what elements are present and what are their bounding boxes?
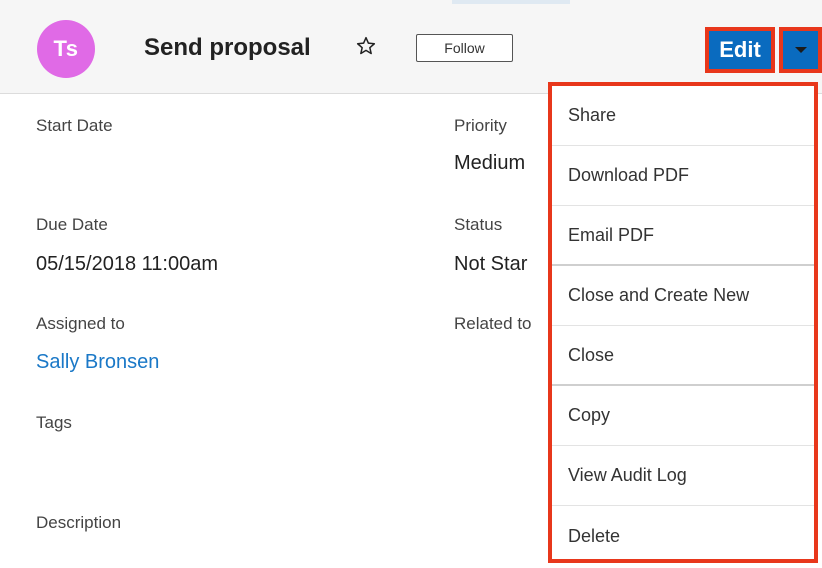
- record-header: Ts Send proposal Follow Edit: [0, 0, 822, 94]
- menu-item-view-audit-log[interactable]: View Audit Log: [552, 446, 814, 506]
- start-date-label: Start Date: [36, 116, 113, 135]
- chevron-down-icon: [794, 47, 807, 53]
- related-to-label: Related to: [454, 314, 532, 333]
- menu-item-email-pdf[interactable]: Email PDF: [552, 206, 814, 266]
- priority-value: Medium: [454, 152, 526, 174]
- assigned-to-label: Assigned to: [36, 314, 125, 333]
- page-title: Send proposal: [144, 34, 311, 61]
- actions-dropdown-button[interactable]: [779, 27, 822, 73]
- menu-item-copy[interactable]: Copy: [552, 386, 814, 446]
- follow-button[interactable]: Follow: [416, 34, 513, 62]
- priority-label: Priority: [454, 116, 507, 135]
- due-date-value: 05/15/2018 11:00am: [36, 253, 219, 275]
- description-label: Description: [36, 513, 122, 532]
- header-strip: [452, 0, 570, 4]
- due-date-label: Due Date: [36, 215, 108, 234]
- actions-menu: Share Download PDF Email PDF Close and C…: [548, 82, 818, 563]
- status-value: Not Star: [454, 253, 528, 275]
- menu-item-delete[interactable]: Delete: [552, 506, 814, 566]
- menu-item-close-and-create-new[interactable]: Close and Create New: [552, 266, 814, 326]
- menu-item-close[interactable]: Close: [552, 326, 814, 386]
- star-icon[interactable]: [356, 36, 376, 56]
- edit-button[interactable]: Edit: [705, 27, 775, 73]
- avatar: Ts: [37, 20, 95, 78]
- tags-label: Tags: [36, 413, 72, 432]
- menu-item-share[interactable]: Share: [552, 86, 814, 146]
- assigned-user-link[interactable]: Sally Bronsen: [36, 351, 159, 374]
- status-label: Status: [454, 215, 503, 234]
- menu-item-download-pdf[interactable]: Download PDF: [552, 146, 814, 206]
